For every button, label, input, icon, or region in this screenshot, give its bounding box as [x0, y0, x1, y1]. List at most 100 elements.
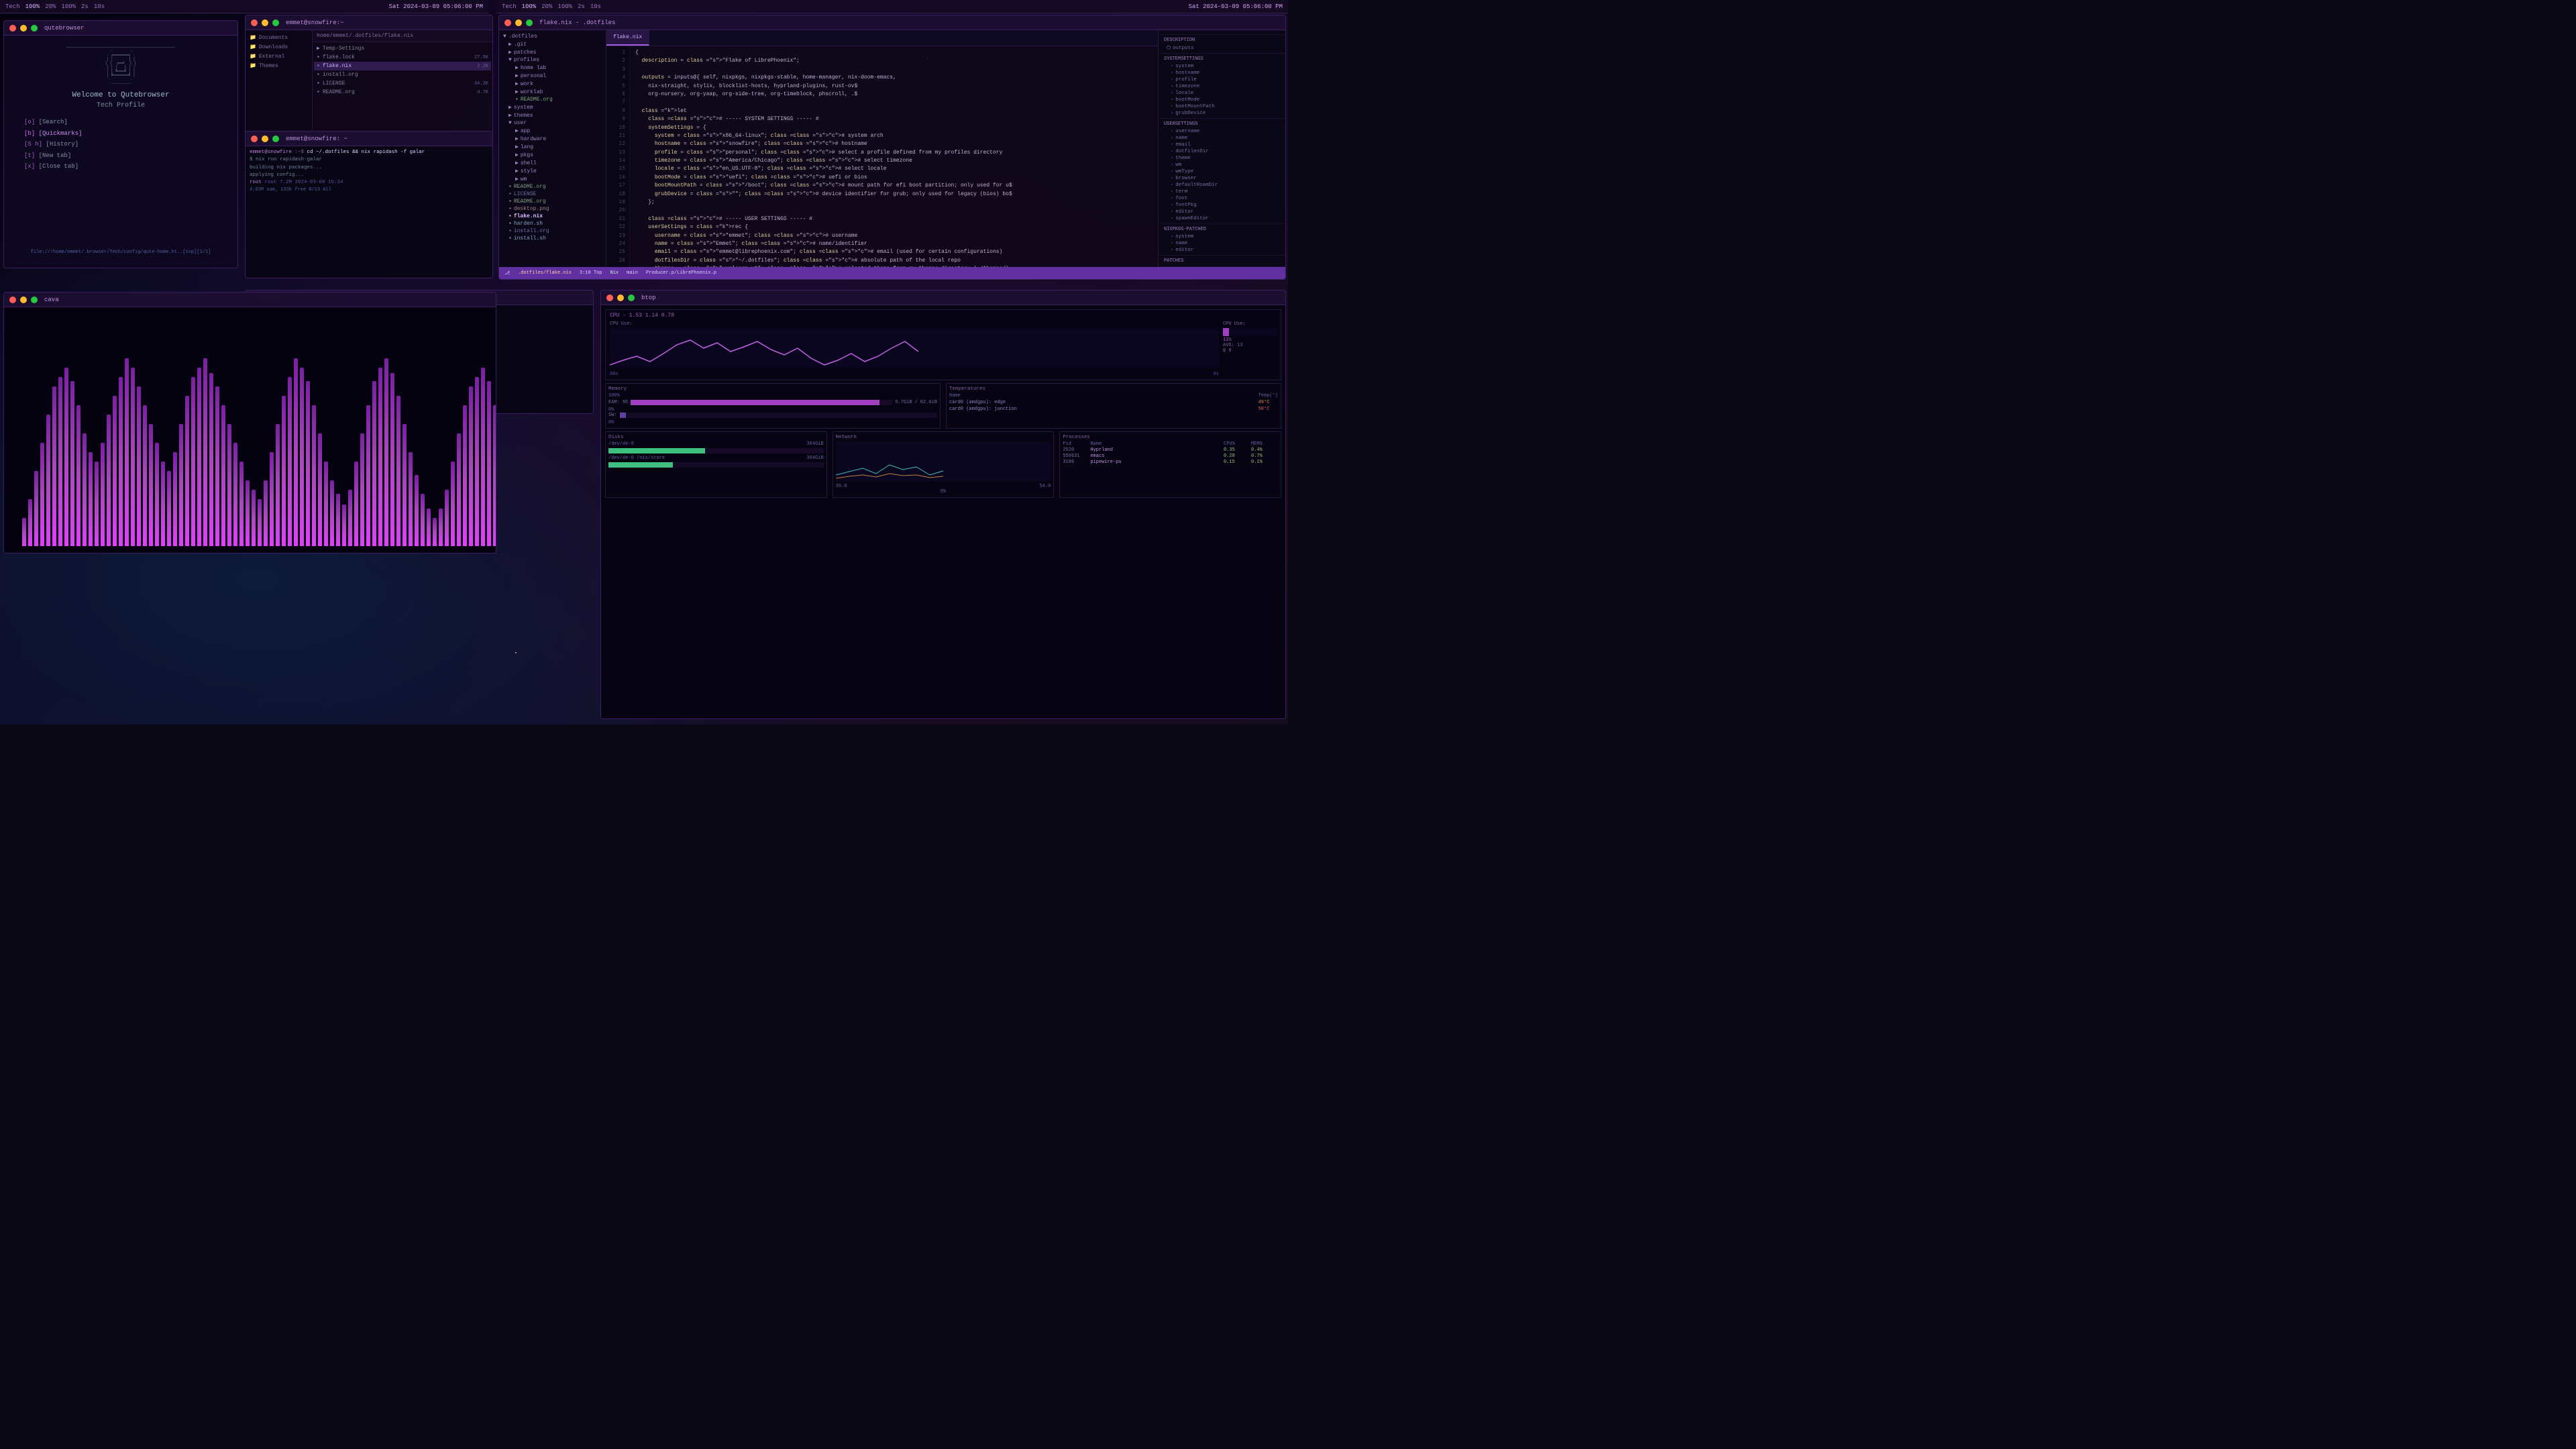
- outline-wmtype[interactable]: · wmType: [1159, 168, 1285, 175]
- tree-lang[interactable]: ▶ lang: [499, 143, 606, 151]
- tree-harden[interactable]: ▪ harden.sh: [499, 220, 606, 227]
- outline-nixpkgs-system[interactable]: · system: [1159, 233, 1285, 240]
- fm-min-btn[interactable]: [262, 19, 268, 26]
- outline-name[interactable]: · name: [1159, 135, 1285, 142]
- fm-sidebar-downloads[interactable]: 📁 Downloads: [246, 42, 312, 52]
- tree-readme[interactable]: ▪ README.org: [499, 183, 606, 191]
- nav-new-tab[interactable]: [t] [New tab]: [24, 151, 82, 160]
- outline-bootmode[interactable]: · bootMode: [1159, 97, 1285, 103]
- tree-hardware[interactable]: ▶ hardware: [499, 135, 606, 143]
- tree-desktop-png[interactable]: ▪ desktop.png: [499, 205, 606, 213]
- fm-row-install[interactable]: ▪ install.org: [314, 70, 491, 79]
- editor-producer: Producer.p/LibrePhoenix.p: [646, 270, 716, 276]
- outline-term[interactable]: · term: [1159, 189, 1285, 195]
- editor-tab-flake[interactable]: flake.nix: [606, 30, 649, 46]
- code-content[interactable]: { description = class ="s">"Flake of Lib…: [630, 46, 1158, 267]
- tree-profiles[interactable]: ▼ profiles: [499, 56, 606, 64]
- term-max-btn[interactable]: [272, 136, 279, 142]
- fm-row-nix[interactable]: ▪ flake.nix 2.2K: [314, 62, 491, 70]
- term-close-btn[interactable]: [251, 136, 258, 142]
- fm-row-readme[interactable]: ▪ README.org 4.7K: [314, 88, 491, 97]
- outline-outputs[interactable]: ⬡ outputs: [1159, 44, 1285, 52]
- nav-close-tab[interactable]: [x] [Close tab]: [24, 162, 82, 171]
- disk2-bar: [608, 462, 824, 468]
- tree-app[interactable]: ▶ app: [499, 127, 606, 135]
- outline-editor[interactable]: · editor: [1159, 209, 1285, 215]
- viz-max-btn[interactable]: [31, 297, 38, 303]
- tree-themes[interactable]: ▶ themes: [499, 111, 606, 119]
- browser-close-btn[interactable]: [9, 25, 16, 32]
- sysmon-close-btn[interactable]: [606, 294, 613, 301]
- outline-system[interactable]: · system: [1159, 63, 1285, 70]
- tree-style[interactable]: ▶ style: [499, 167, 606, 175]
- nav-search[interactable]: [o] [Search]: [24, 117, 82, 127]
- fm-max-btn[interactable]: [272, 19, 279, 26]
- outline-nixpkgs-editor[interactable]: · editor: [1159, 247, 1285, 254]
- status-bar-right: Tech 100% 20% 100% 2s 10s Sat 2024-03-09…: [496, 0, 1288, 13]
- editor-min-btn[interactable]: [515, 19, 522, 26]
- editor-close-btn[interactable]: [504, 19, 511, 26]
- outline-browser[interactable]: · browser: [1159, 175, 1285, 182]
- fm-row-license[interactable]: ▪ LICENSE 34.2K: [314, 79, 491, 88]
- tree-install-sh[interactable]: ▪ install.sh: [499, 235, 606, 242]
- outline-dotfilesdir[interactable]: · dotfilesDir: [1159, 148, 1285, 155]
- sysmon-min-btn[interactable]: [617, 294, 624, 301]
- cpu-avg: AVG: 13: [1223, 343, 1277, 348]
- fm-row-lock[interactable]: ▪ flake.lock 27.5K: [314, 53, 491, 62]
- viz-bar: [487, 381, 491, 546]
- viz-bar: [227, 424, 231, 546]
- tree-license[interactable]: ▪ LICENSE: [499, 191, 606, 198]
- tree-readme-profiles[interactable]: ▪ README.org: [499, 96, 606, 103]
- browser-min-btn[interactable]: [20, 25, 27, 32]
- viz-close-btn[interactable]: [9, 297, 16, 303]
- sysmon-max-btn[interactable]: [628, 294, 635, 301]
- nav-history[interactable]: [S h] [History]: [24, 140, 82, 149]
- viz-bar: [258, 499, 262, 546]
- outline-spawneditor[interactable]: · spawnEditor: [1159, 215, 1285, 222]
- outline-wm[interactable]: · wm: [1159, 162, 1285, 168]
- tree-git[interactable]: ▶ .git: [499, 40, 606, 48]
- network-labels: 36.0 54.0: [836, 484, 1051, 489]
- outline-theme[interactable]: · theme: [1159, 155, 1285, 162]
- outline-username[interactable]: · username: [1159, 128, 1285, 135]
- outline-nixpkgs-name[interactable]: · name: [1159, 240, 1285, 247]
- tree-root[interactable]: ▼ .dotfiles: [499, 33, 606, 40]
- fm-sidebar-external[interactable]: 📁 External: [246, 52, 312, 61]
- mem-bar-bg: [631, 400, 892, 405]
- outline-defaultroamdir[interactable]: · defaultRoamDir: [1159, 182, 1285, 189]
- outline-locale[interactable]: · locale: [1159, 90, 1285, 97]
- tree-wm[interactable]: ▶ wm: [499, 175, 606, 183]
- fm-sidebar-documents[interactable]: 📁 Documents: [246, 33, 312, 42]
- tree-work[interactable]: ▶ work: [499, 80, 606, 88]
- outline-font[interactable]: · font: [1159, 195, 1285, 202]
- tree-personal[interactable]: ▶ personal: [499, 72, 606, 80]
- viz-min-btn[interactable]: [20, 297, 27, 303]
- fm-close-btn[interactable]: [251, 19, 258, 26]
- tree-user[interactable]: ▼ user: [499, 119, 606, 127]
- fm-row-temp[interactable]: ▶ Temp-Settings: [314, 44, 491, 53]
- tree-system[interactable]: ▶ system: [499, 103, 606, 111]
- browser-max-btn[interactable]: [31, 25, 38, 32]
- fm-sidebar-themes[interactable]: 📁 Themes: [246, 61, 312, 70]
- term-min-btn[interactable]: [262, 136, 268, 142]
- tree-homelab[interactable]: ▶ home lab: [499, 64, 606, 72]
- nav-quickmarks[interactable]: [b] [Quickmarks]: [24, 129, 82, 138]
- tree-worklab[interactable]: ▶ worklab: [499, 88, 606, 96]
- tree-install-org[interactable]: ▪ install.org: [499, 227, 606, 235]
- status-bar-left: Tech 100% 20% 100% 2s 10s Sat 2024-03-09…: [0, 0, 488, 13]
- tree-readme2[interactable]: ▪ README.org: [499, 198, 606, 205]
- tree-shell[interactable]: ▶ shell: [499, 159, 606, 167]
- term-body[interactable]: emmet@snowfire :~$ cd ~/.dotfiles && nix…: [246, 146, 492, 278]
- tree-flake-nix[interactable]: ▪ flake.nix: [499, 213, 606, 220]
- outline-profile[interactable]: · profile: [1159, 76, 1285, 83]
- outline-fontpkg[interactable]: · fontPkg: [1159, 202, 1285, 209]
- code-area[interactable]: 1234567891011121314151617181920212223242…: [606, 46, 1158, 267]
- outline-hostname[interactable]: · hostname: [1159, 70, 1285, 76]
- outline-bootmountpath[interactable]: · bootMountPath: [1159, 103, 1285, 110]
- editor-max-btn[interactable]: [526, 19, 533, 26]
- tree-pkgs[interactable]: ▶ pkgs: [499, 151, 606, 159]
- tree-patches[interactable]: ▶ patches: [499, 48, 606, 56]
- outline-timezone[interactable]: · timezone: [1159, 83, 1285, 90]
- outline-email[interactable]: · email: [1159, 142, 1285, 148]
- outline-grubdevice[interactable]: · grubDevice: [1159, 110, 1285, 117]
